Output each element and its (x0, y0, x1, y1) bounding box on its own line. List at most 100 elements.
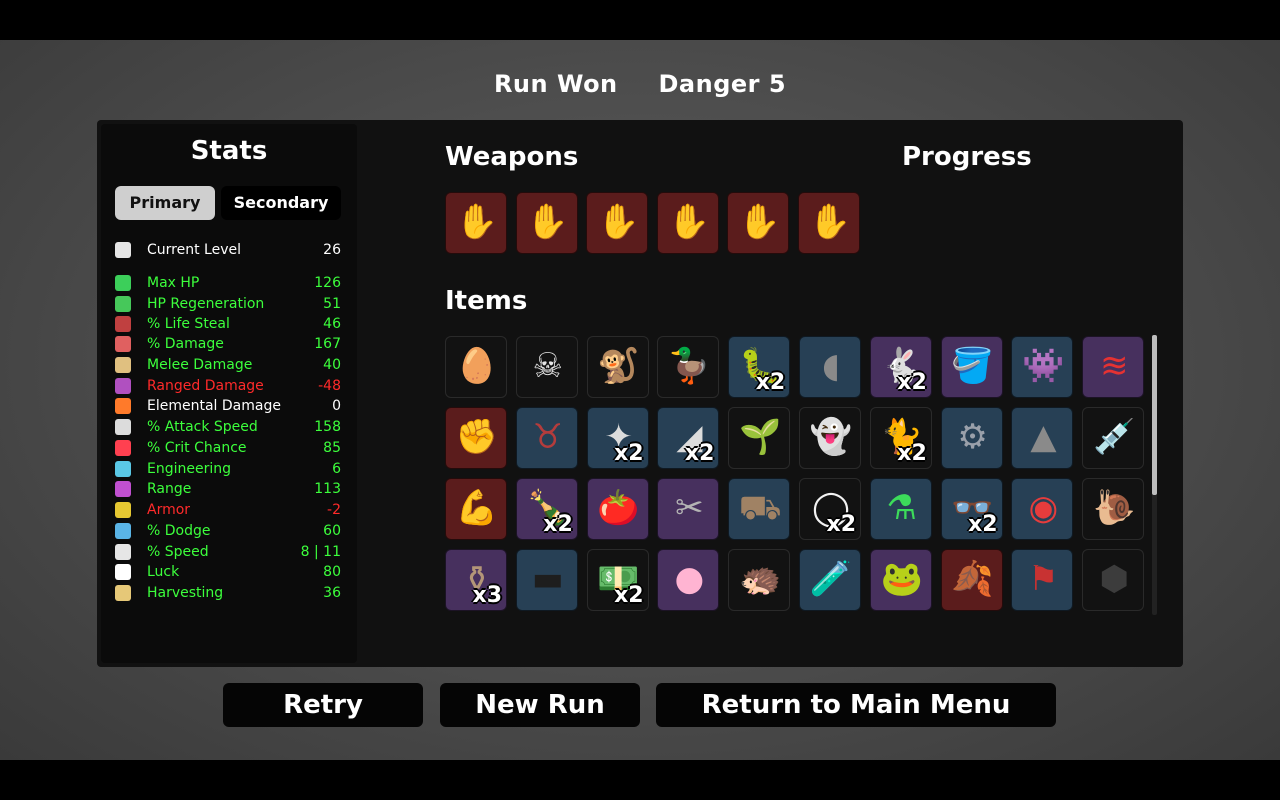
item-slot[interactable]: 🐌 (1082, 478, 1145, 540)
item-slot[interactable]: 💉 (1082, 407, 1145, 469)
stat-label: Current Level (147, 242, 241, 258)
potion-icon: 🧪 (809, 559, 853, 599)
stat-row[interactable]: Ranged Damage -48 (115, 376, 341, 396)
severed-hand-icon: ✊ (455, 417, 499, 457)
stat-row[interactable]: % Crit Chance 85 (115, 438, 341, 458)
item-slot[interactable]: 👓 x2 (940, 478, 1003, 540)
stat-row[interactable]: Melee Damage 40 (115, 355, 341, 375)
item-slot[interactable]: ✊ (445, 407, 507, 469)
weapon-slot[interactable]: ✋ (727, 192, 790, 254)
claw-glove-icon: ✋ (808, 202, 852, 242)
item-slot[interactable]: 💪 (445, 478, 507, 540)
fire-icon (115, 398, 131, 414)
shield-icon (115, 502, 131, 518)
item-slot[interactable]: 🦔 (728, 549, 791, 611)
item-slot[interactable]: ≋ (1082, 336, 1145, 398)
tab-primary[interactable]: Primary (115, 186, 215, 220)
stat-row[interactable]: % Damage 167 (115, 334, 341, 354)
item-slot[interactable]: 🍅 (586, 478, 649, 540)
stat-row[interactable]: % Life Steal 46 (115, 314, 341, 334)
stat-value: 36 (323, 585, 341, 601)
item-quantity: x2 (755, 370, 786, 395)
stat-row[interactable]: Current Level 26 (115, 240, 341, 260)
item-quantity: x2 (543, 512, 573, 537)
item-slot[interactable]: ⛟ (728, 478, 791, 540)
donut-icon: ◉ (1028, 488, 1059, 528)
item-slot[interactable]: 🪣 (940, 336, 1003, 398)
stat-row[interactable]: Luck 80 (115, 562, 341, 582)
weapon-slot[interactable]: ✋ (586, 192, 649, 254)
stat-label: Armor (147, 502, 191, 518)
return-to-main-menu-button[interactable]: Return to Main Menu (656, 683, 1056, 727)
stat-row[interactable]: Range 113 (115, 479, 341, 499)
weapon-slot[interactable]: ✋ (515, 192, 578, 254)
item-slot[interactable]: ✂ (657, 478, 720, 540)
item-slot[interactable]: ◉ (1011, 478, 1074, 540)
item-slot[interactable]: 🍂 (940, 549, 1003, 611)
stat-row[interactable]: Max HP 126 (115, 273, 341, 293)
retry-button[interactable]: Retry (223, 683, 423, 727)
stats-panel: Stats Primary Secondary Current Level 26 M… (101, 124, 357, 663)
hedgehog-icon: 🦔 (739, 559, 782, 599)
item-slot[interactable]: 👻 (799, 407, 861, 469)
item-slot[interactable]: 🍾 x2 (515, 478, 578, 540)
stat-label: % Attack Speed (147, 419, 258, 435)
item-quantity: x2 (897, 441, 927, 466)
item-slot[interactable]: ☠ (515, 336, 578, 398)
animal-skull-icon: ☠ (532, 346, 564, 386)
stat-row[interactable]: % Attack Speed 158 (115, 417, 341, 437)
item-slot[interactable]: 🦆 (657, 336, 720, 398)
item-slot[interactable]: 🐒 (586, 336, 649, 398)
item-slot[interactable]: ✦ x2 (586, 407, 649, 469)
item-slot[interactable]: 👾 (1011, 336, 1074, 398)
item-slot[interactable]: 🌱 (728, 407, 791, 469)
items-scrollbar-thumb[interactable] (1152, 335, 1157, 495)
stats-title: Stats (190, 136, 268, 166)
item-slot[interactable]: 🐈 x2 (869, 407, 932, 469)
item-slot[interactable]: 🐛 x2 (728, 336, 791, 398)
item-slot[interactable]: 🐸 (869, 549, 932, 611)
tab-secondary[interactable]: Secondary (221, 186, 341, 220)
item-slot[interactable]: ⬢ (1082, 549, 1145, 611)
item-slot[interactable]: ● (657, 549, 720, 611)
stat-row[interactable]: % Speed 8 | 11 (115, 542, 341, 562)
item-quantity: x2 (614, 583, 644, 608)
stat-row[interactable]: Armor -2 (115, 500, 341, 520)
item-slot[interactable]: ⚗ (869, 478, 932, 540)
stat-value: 80 (323, 564, 341, 580)
stat-value: 40 (323, 357, 341, 373)
item-slot[interactable]: ▬ (515, 549, 578, 611)
item-slot[interactable]: ◯ x2 (799, 478, 861, 540)
trap-icon: ⚙ (957, 417, 988, 457)
wheelbarrow-icon: ⛟ (738, 488, 782, 528)
item-slot[interactable]: 🧪 (799, 549, 861, 611)
item-slot[interactable]: 💵 x2 (586, 549, 649, 611)
stat-value: 126 (314, 275, 341, 291)
stat-row[interactable]: % Dodge 60 (115, 521, 341, 541)
stat-row[interactable]: Elemental Damage 0 (115, 396, 341, 416)
stat-label: Luck (147, 564, 180, 580)
stat-row[interactable]: Harvesting 36 (115, 583, 341, 603)
bucket-icon: 🪣 (951, 346, 994, 386)
item-slot[interactable]: ◢ x2 (657, 407, 720, 469)
item-slot[interactable]: ⚑ (1011, 549, 1074, 611)
stat-row[interactable]: HP Regeneration 51 (115, 294, 341, 314)
stat-row[interactable]: Engineering 6 (115, 459, 341, 479)
stat-value: 0 (332, 398, 341, 414)
item-slot[interactable]: ⚙ (940, 407, 1003, 469)
crit-icon (115, 440, 131, 456)
weapon-slot[interactable]: ✋ (445, 192, 507, 254)
item-slot[interactable]: ⚱ x3 (445, 549, 507, 611)
item-slot[interactable]: ♉ (515, 407, 578, 469)
item-slot[interactable]: ▲ (1011, 407, 1074, 469)
item-slot[interactable]: 🐇 x2 (869, 336, 932, 398)
item-slot[interactable]: 🥚 (445, 336, 507, 398)
stat-value: 158 (314, 419, 341, 435)
pink-pill-icon: ● (674, 559, 705, 599)
weapon-slot[interactable]: ✋ (798, 192, 860, 254)
weapon-slot[interactable]: ✋ (656, 192, 719, 254)
hourglass-icon (115, 419, 131, 435)
run-result-label: Run Won (493, 70, 618, 98)
item-slot[interactable]: ◖ (799, 336, 861, 398)
new-run-button[interactable]: New Run (440, 683, 640, 727)
